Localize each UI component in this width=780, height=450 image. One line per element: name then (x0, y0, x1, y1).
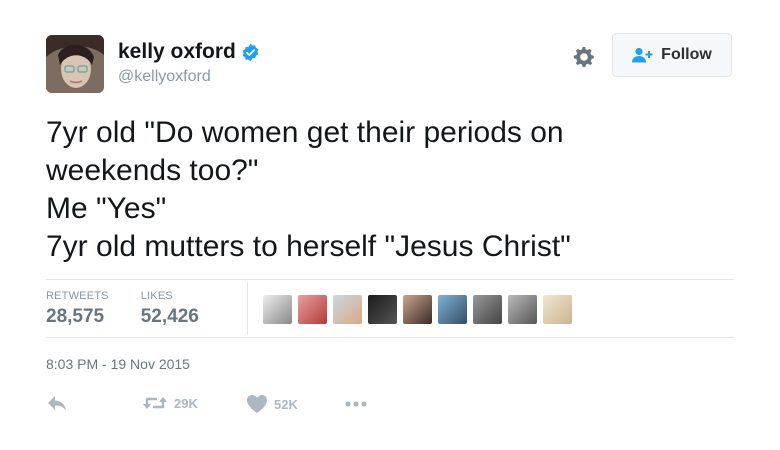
retweets-label: RETWEETS (46, 290, 109, 302)
likes-stat[interactable]: LIKES 52,426 (141, 290, 199, 328)
display-name[interactable]: kelly oxford (118, 40, 236, 64)
liker-avatar[interactable] (333, 295, 362, 324)
timestamp[interactable]: 8:03 PM - 19 Nov 2015 (46, 356, 190, 372)
liker-avatars (263, 295, 578, 324)
more-icon (345, 401, 367, 407)
add-user-icon (632, 47, 653, 63)
avatar[interactable] (46, 35, 104, 93)
liker-avatar[interactable] (543, 295, 572, 324)
verified-badge-icon (242, 43, 259, 61)
follow-button[interactable]: Follow (612, 33, 732, 77)
reply-button[interactable] (46, 394, 68, 412)
likes-label: LIKES (140, 290, 173, 302)
more-button[interactable] (344, 400, 368, 408)
heart-icon (247, 395, 267, 413)
liker-avatar[interactable] (473, 295, 502, 324)
liker-avatar[interactable] (508, 295, 537, 324)
liker-avatar[interactable] (403, 295, 432, 324)
tweet-text-line: 7yr old mutters to herself "Jesus Christ… (46, 230, 571, 263)
liker-avatar[interactable] (368, 295, 397, 324)
tweet-stats: RETWEETS 28,575 LIKES 52,426 (46, 290, 231, 328)
reply-icon (48, 396, 66, 411)
gear-icon[interactable] (571, 44, 597, 70)
retweet-icon (143, 397, 167, 409)
follow-label: Follow (661, 46, 712, 63)
divider-top (46, 279, 734, 280)
retweet-count: 29K (174, 395, 198, 411)
retweet-button[interactable]: 29K (142, 394, 198, 412)
tweet-text-line: Me "Yes" (46, 192, 167, 225)
stats-separator (247, 282, 248, 335)
likes-count: 52,426 (140, 306, 199, 327)
liker-avatar[interactable] (298, 295, 327, 324)
like-count: 52K (274, 396, 298, 412)
author-name-row[interactable]: kelly oxford (118, 40, 260, 64)
like-button[interactable]: 52K (246, 394, 298, 414)
tweet-text: 7yr old "Do women get their periods on w… (46, 114, 736, 266)
divider-bottom (46, 337, 734, 338)
liker-avatar[interactable] (263, 295, 292, 324)
retweets-stat[interactable]: RETWEETS 28,575 (46, 290, 109, 328)
tweet-text-line: weekends too?" (46, 154, 259, 187)
tweet-text-line: 7yr old "Do women get their periods on (46, 116, 564, 149)
liker-avatar[interactable] (438, 295, 467, 324)
retweets-count: 28,575 (46, 306, 105, 327)
handle[interactable]: @kellyoxford (118, 68, 211, 86)
